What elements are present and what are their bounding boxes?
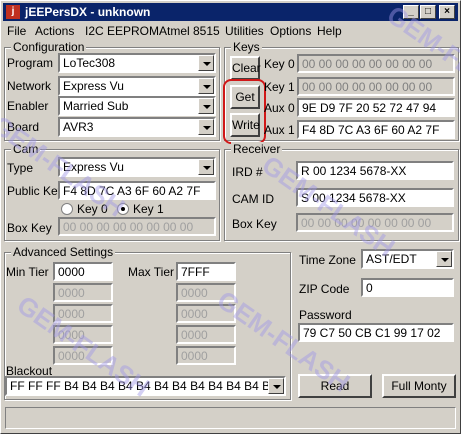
max-tier-field-1[interactable]: 7FFF <box>176 262 236 281</box>
cam-type-value: Express Vu <box>63 160 124 174</box>
password-label: Password <box>299 308 352 322</box>
key1-label: Key 1 <box>264 80 295 94</box>
chevron-down-icon[interactable] <box>198 55 214 71</box>
key1-field[interactable]: 00 00 00 00 00 00 00 00 <box>297 77 455 96</box>
min-tier-field-4[interactable]: 0000 <box>53 325 113 344</box>
cam-type-label: Type <box>7 161 34 175</box>
key0-radio-label: Key 0 <box>77 202 108 216</box>
clear-button[interactable]: Clear <box>230 56 261 80</box>
title-bar[interactable]: j jEEPersDX - unknown _ □ × <box>3 3 458 21</box>
cam-label: Cam <box>11 142 41 156</box>
public-key-label: Public Key <box>7 184 64 198</box>
zip-field[interactable]: 0 <box>361 278 454 297</box>
min-tier-label: Min Tier <box>6 265 49 279</box>
timezone-value: AST/EDT <box>366 252 417 266</box>
receiver-label: Receiver <box>231 142 283 156</box>
timezone-label: Time Zone <box>299 253 356 267</box>
public-key-field[interactable]: F4 8D 7C A3 6F 60 A2 7F <box>58 181 216 200</box>
max-tier-field-2[interactable]: 0000 <box>176 283 236 302</box>
board-value: AVR3 <box>63 120 94 134</box>
zip-label: ZIP Code <box>299 282 350 296</box>
configuration-label: Configuration <box>11 40 87 54</box>
status-bar <box>5 407 456 429</box>
program-label: Program <box>7 56 54 70</box>
read-button[interactable]: Read <box>298 374 372 398</box>
chevron-down-icon[interactable] <box>436 251 452 267</box>
key0-field[interactable]: 00 00 00 00 00 00 00 00 <box>297 54 455 73</box>
highlight-annotation <box>223 79 266 144</box>
password-field[interactable]: 79 C7 50 CB C1 99 17 02 <box>298 323 454 342</box>
network-label: Network <box>7 79 52 93</box>
chevron-down-icon[interactable] <box>268 378 284 394</box>
network-select[interactable]: Express Vu <box>58 76 216 96</box>
menu-options[interactable]: Options <box>270 24 311 38</box>
chevron-down-icon[interactable] <box>198 98 214 114</box>
min-tier-field-3[interactable]: 0000 <box>53 304 113 323</box>
ird-field[interactable]: R 00 1234 5678-XX <box>296 161 454 180</box>
receiver-box-key-field[interactable]: 00 00 00 00 00 00 00 00 <box>296 213 454 232</box>
receiver-box-key-label: Box Key <box>232 217 277 231</box>
aux0-field[interactable]: 9E D9 7F 20 52 72 47 94 <box>297 98 455 117</box>
enabler-select[interactable]: Married Sub <box>58 96 216 116</box>
min-tier-field-2[interactable]: 0000 <box>53 283 113 302</box>
max-tier-label: Max Tier <box>128 265 175 279</box>
advanced-settings-label: Advanced Settings <box>11 245 116 259</box>
minimize-button[interactable]: _ <box>403 5 419 19</box>
aux0-label: Aux 0 <box>264 101 295 115</box>
full-monty-button[interactable]: Full Monty <box>382 374 456 398</box>
program-value: LoTec308 <box>63 56 116 70</box>
menu-actions[interactable]: Actions <box>35 24 74 38</box>
chevron-down-icon[interactable] <box>198 159 214 175</box>
chevron-down-icon[interactable] <box>198 78 214 94</box>
menu-help[interactable]: Help <box>317 24 342 38</box>
aux1-label: Aux 1 <box>264 123 295 137</box>
enabler-value: Married Sub <box>63 99 129 113</box>
cam-box-key-label: Box Key <box>7 221 52 235</box>
camid-field[interactable]: S 00 1234 5678-XX <box>296 188 454 207</box>
menu-file[interactable]: File <box>7 24 26 38</box>
close-button[interactable]: × <box>439 5 455 19</box>
max-tier-field-5[interactable]: 0000 <box>176 346 236 365</box>
key0-radio[interactable] <box>61 203 73 215</box>
max-tier-field-4[interactable]: 0000 <box>176 325 236 344</box>
menu-i2c-eeprom[interactable]: I2C EEPROM <box>85 24 159 38</box>
cam-type-select[interactable]: Express Vu <box>58 157 216 177</box>
enabler-label: Enabler <box>7 99 49 113</box>
menu-utilities[interactable]: Utilities <box>225 24 264 38</box>
cam-box-key-field[interactable]: 00 00 00 00 00 00 00 00 <box>58 217 216 236</box>
blackout-value: FF FF FF B4 B4 B4 B4 B4 B4 B4 B4 B4 B4 B… <box>10 379 286 393</box>
chevron-down-icon[interactable] <box>198 119 214 135</box>
blackout-select[interactable]: FF FF FF B4 B4 B4 B4 B4 B4 B4 B4 B4 B4 B… <box>5 376 286 396</box>
min-tier-field-5[interactable]: 0000 <box>53 346 113 365</box>
app-icon: j <box>6 5 20 19</box>
board-select[interactable]: AVR3 <box>58 117 216 137</box>
board-label: Board <box>7 120 40 134</box>
network-value: Express Vu <box>63 79 124 93</box>
key1-radio[interactable] <box>117 203 129 215</box>
key1-radio-label: Key 1 <box>133 202 164 216</box>
timezone-select[interactable]: AST/EDT <box>361 249 454 269</box>
keys-label: Keys <box>231 40 262 54</box>
camid-label: CAM ID <box>232 192 274 206</box>
app-window: j jEEPersDX - unknown _ □ × File Actions… <box>0 0 461 434</box>
window-title: jEEPersDX - unknown <box>25 5 151 19</box>
ird-label: IRD # <box>232 165 263 179</box>
aux1-field[interactable]: F4 8D 7C A3 6F 60 A2 7F <box>297 120 455 139</box>
maximize-button[interactable]: □ <box>420 5 436 19</box>
max-tier-field-3[interactable]: 0000 <box>176 304 236 323</box>
min-tier-field-1[interactable]: 0000 <box>53 262 113 281</box>
menu-bar: File Actions I2C EEPROM Atmel 8515 Utili… <box>3 22 458 40</box>
program-select[interactable]: LoTec308 <box>58 53 216 73</box>
key0-label: Key 0 <box>264 57 295 71</box>
menu-atmel-8515[interactable]: Atmel 8515 <box>159 24 220 38</box>
